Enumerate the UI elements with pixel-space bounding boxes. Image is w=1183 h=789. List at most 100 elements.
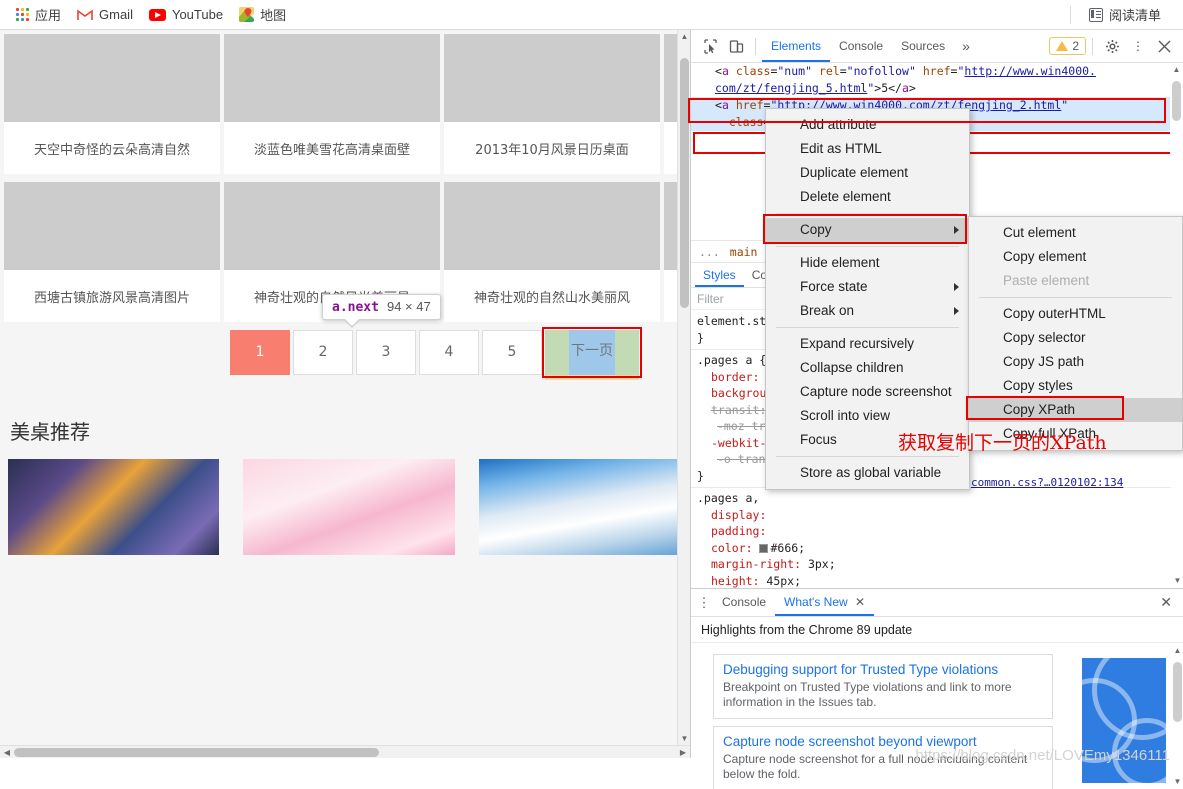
thumbnail-caption[interactable]: 淡蓝色唯美雪花高清桌面壁 bbox=[224, 122, 440, 174]
scrollbar-thumb[interactable] bbox=[1173, 662, 1182, 722]
whats-new-card[interactable]: Debugging support for Trusted Type viola… bbox=[713, 654, 1053, 719]
scrollbar-thumb[interactable] bbox=[1172, 81, 1181, 121]
menu-item-copy-selector[interactable]: Copy selector bbox=[969, 326, 1182, 350]
css-property[interactable]: padding: bbox=[711, 524, 766, 538]
thumbnail-caption[interactable]: 西塘古镇旅游风景高清图片 bbox=[4, 270, 220, 322]
menu-item-copy-js-path[interactable]: Copy JS path bbox=[969, 350, 1182, 374]
breadcrumb-item[interactable]: ... bbox=[699, 245, 720, 259]
menu-item-copy-styles[interactable]: Copy styles bbox=[969, 374, 1182, 398]
more-tools-icon[interactable]: ⋮ bbox=[695, 596, 713, 609]
device-toolbar-icon[interactable] bbox=[723, 34, 749, 58]
thumbnail-card[interactable]: 2013年10月风景日历桌面 bbox=[444, 34, 660, 174]
tab-sources[interactable]: Sources bbox=[892, 30, 954, 62]
bookmark-gmail[interactable]: Gmail bbox=[69, 4, 141, 25]
css-property[interactable]: -webkit- bbox=[711, 436, 766, 450]
scrollbar-thumb[interactable] bbox=[680, 58, 689, 308]
snow-forest-photo[interactable] bbox=[478, 459, 690, 555]
thumbnail-caption[interactable]: 天空中奇怪的云朵高清自然 bbox=[4, 122, 220, 174]
clouds-sky-photo[interactable] bbox=[4, 34, 220, 122]
css-property-disabled[interactable]: transit: bbox=[711, 403, 766, 417]
scroll-up-arrow[interactable]: ▲ bbox=[678, 30, 690, 44]
page-button-3[interactable]: 3 bbox=[356, 330, 416, 375]
menu-item-scroll-into-view[interactable]: Scroll into view bbox=[766, 404, 969, 428]
inspect-element-icon[interactable] bbox=[697, 34, 723, 58]
menu-item-store-as-global-variable[interactable]: Store as global variable bbox=[766, 461, 969, 485]
page-button-4[interactable]: 4 bbox=[419, 330, 479, 375]
thumbnail-card[interactable]: 淡蓝色唯美雪花高清桌面壁 bbox=[224, 34, 440, 174]
thumbnail-caption[interactable]: 神奇壮观的自然山水美丽风 bbox=[444, 270, 660, 322]
close-icon[interactable] bbox=[1151, 34, 1177, 58]
scroll-up-arrow[interactable]: ▲ bbox=[1171, 644, 1183, 658]
lake-photo[interactable] bbox=[444, 182, 660, 270]
css-selector[interactable]: .pages a, bbox=[697, 491, 759, 505]
scroll-down-arrow[interactable]: ▼ bbox=[1171, 574, 1183, 588]
css-selector[interactable]: element.st bbox=[697, 314, 766, 328]
css-property[interactable]: display: bbox=[711, 508, 766, 522]
dom-tree-scrollbar[interactable]: ▲ ▼ bbox=[1170, 63, 1183, 240]
menu-item-copy-xpath[interactable]: Copy XPath bbox=[969, 398, 1182, 422]
page-button-5[interactable]: 5 bbox=[482, 330, 542, 375]
css-value[interactable]: 45px; bbox=[766, 574, 801, 588]
page-vertical-scrollbar[interactable]: ▲ ▼ bbox=[677, 30, 690, 746]
page-button-1[interactable]: 1 bbox=[230, 330, 290, 375]
whats-new-card-title[interactable]: Debugging support for Trusted Type viola… bbox=[723, 662, 1043, 677]
page-horizontal-scrollbar[interactable]: ◀ ▶ bbox=[0, 745, 690, 758]
menu-item-copy-element[interactable]: Copy element bbox=[969, 245, 1182, 269]
css-rule[interactable]: .pages a, display: padding: color: #666;… bbox=[691, 488, 1171, 588]
dom-line[interactable]: com/zt/fengjing_5.html">5</a> bbox=[691, 80, 1183, 97]
dom-line[interactable]: <a class="num" rel="nofollow" href="http… bbox=[691, 63, 1183, 80]
whats-new-card-title[interactable]: Capture node screenshot beyond viewport bbox=[723, 734, 1043, 749]
menu-item-delete-element[interactable]: Delete element bbox=[766, 185, 969, 209]
game-character-art[interactable] bbox=[8, 459, 220, 555]
menu-item-duplicate-element[interactable]: Duplicate element bbox=[766, 161, 969, 185]
scroll-right-arrow[interactable]: ▶ bbox=[676, 746, 690, 758]
scroll-down-arrow[interactable]: ▼ bbox=[678, 732, 690, 746]
menu-item-break-on[interactable]: Break on bbox=[766, 299, 969, 323]
css-property[interactable]: margin-right: bbox=[711, 557, 801, 571]
more-tabs-icon[interactable]: » bbox=[954, 38, 978, 54]
css-selector[interactable]: .pages a { bbox=[697, 353, 766, 367]
css-property[interactable]: backgrou bbox=[711, 386, 766, 400]
close-tab-icon[interactable]: ✕ bbox=[855, 595, 865, 609]
menu-item-edit-as-html[interactable]: Edit as HTML bbox=[766, 137, 969, 161]
whats-new-scrollbar[interactable]: ▲ ▼ bbox=[1171, 644, 1183, 789]
menu-item-copy-outerhtml[interactable]: Copy outerHTML bbox=[969, 302, 1182, 326]
css-source-link[interactable]: common.css?…0120102:134 bbox=[971, 476, 1123, 489]
gear-icon[interactable] bbox=[1099, 34, 1125, 58]
menu-item-copy[interactable]: Copy bbox=[766, 218, 969, 242]
more-options-icon[interactable]: ⋮ bbox=[1125, 34, 1151, 58]
tab-console[interactable]: Console bbox=[830, 30, 892, 62]
close-drawer-icon[interactable]: ✕ bbox=[1160, 594, 1180, 611]
scroll-up-arrow[interactable]: ▲ bbox=[1170, 63, 1183, 77]
wheat-calendar-photo[interactable] bbox=[444, 34, 660, 122]
css-property[interactable]: height: bbox=[711, 574, 759, 588]
menu-item-expand-recursively[interactable]: Expand recursively bbox=[766, 332, 969, 356]
menu-item-collapse-children[interactable]: Collapse children bbox=[766, 356, 969, 380]
warning-count-badge[interactable]: 2 bbox=[1049, 37, 1086, 55]
css-property[interactable]: color: bbox=[711, 541, 753, 555]
scroll-down-arrow[interactable]: ▼ bbox=[1171, 775, 1183, 789]
bookmark-apps[interactable]: 应用 bbox=[8, 2, 69, 27]
page-button-2[interactable]: 2 bbox=[293, 330, 353, 375]
breadcrumb-item[interactable]: main bbox=[730, 245, 758, 259]
tab-styles[interactable]: Styles bbox=[695, 263, 744, 287]
thumbnail-caption[interactable]: 2013年10月风景日历桌面 bbox=[444, 122, 660, 174]
menu-item-cut-element[interactable]: Cut element bbox=[969, 221, 1182, 245]
blue-snowflake-photo[interactable] bbox=[224, 34, 440, 122]
tab-whats-new[interactable]: What's New ✕ bbox=[775, 589, 875, 616]
bookmark-youtube[interactable]: YouTube bbox=[141, 4, 231, 25]
menu-item-add-attribute[interactable]: Add attribute bbox=[766, 113, 969, 137]
xitang-town-photo[interactable] bbox=[4, 182, 220, 270]
color-swatch[interactable] bbox=[759, 543, 769, 553]
thumbnail-card[interactable]: 西塘古镇旅游风景高清图片 bbox=[4, 182, 220, 322]
css-value[interactable]: #666; bbox=[770, 541, 805, 555]
reading-list-button[interactable]: 阅读清单 bbox=[1081, 2, 1169, 27]
menu-item-force-state[interactable]: Force state bbox=[766, 275, 969, 299]
thumbnail-card[interactable]: 神奇壮观的自然山水美丽风 bbox=[444, 182, 660, 322]
css-value[interactable]: 3px; bbox=[808, 557, 836, 571]
menu-item-hide-element[interactable]: Hide element bbox=[766, 251, 969, 275]
menu-item-capture-node-screenshot[interactable]: Capture node screenshot bbox=[766, 380, 969, 404]
mountain-photo[interactable] bbox=[224, 182, 440, 270]
tab-console[interactable]: Console bbox=[713, 589, 775, 616]
scroll-left-arrow[interactable]: ◀ bbox=[0, 746, 14, 758]
